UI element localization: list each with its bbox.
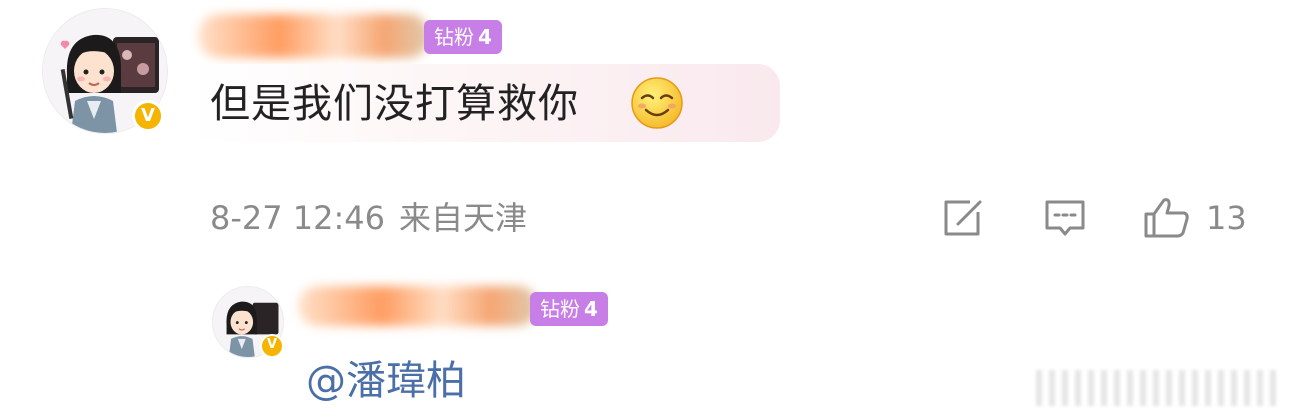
- fan-badge-level: 4: [478, 25, 492, 49]
- fan-level-badge[interactable]: 钻粉 4: [424, 20, 502, 54]
- comment-location: 来自天津: [399, 199, 528, 237]
- comment-text: 但是我们没打算救你: [210, 81, 579, 127]
- like-icon[interactable]: [1142, 196, 1192, 240]
- reply-verified-badge: V: [260, 334, 284, 358]
- reply-fan-level-badge[interactable]: 钻粉 4: [530, 292, 608, 326]
- smile-emoji-icon: [631, 77, 683, 129]
- username-redacted[interactable]: [198, 14, 430, 58]
- like-count: 13: [1206, 199, 1247, 237]
- comment-meta: 8-27 12:46 来自天津: [210, 196, 541, 240]
- share-icon[interactable]: [940, 196, 986, 240]
- watermark: [1036, 370, 1282, 406]
- reply-fan-badge-level: 4: [584, 297, 598, 321]
- verified-badge: V: [132, 100, 164, 132]
- fan-badge-label: 钻粉: [434, 25, 474, 49]
- mention-link[interactable]: @潘瑋柏: [306, 356, 466, 406]
- reply-fan-badge-label: 钻粉: [540, 297, 580, 321]
- comment-date: 8-27 12:46: [210, 199, 386, 237]
- comment-icon[interactable]: [1042, 196, 1088, 240]
- reply-username-redacted[interactable]: [298, 286, 538, 326]
